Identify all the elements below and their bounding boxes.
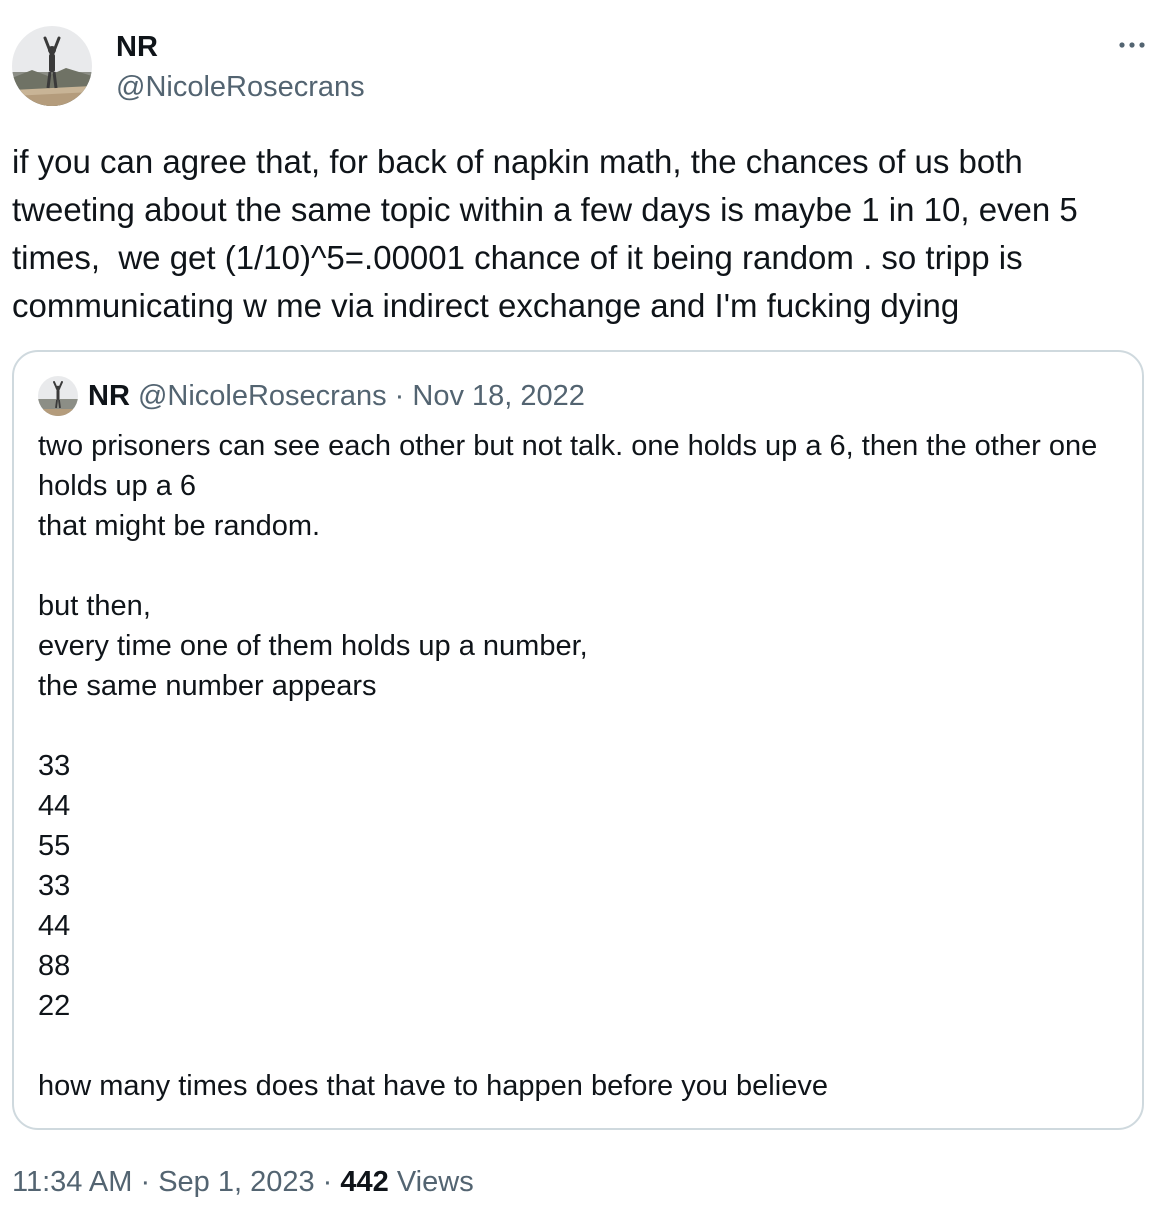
views-count: 442: [340, 1166, 389, 1198]
separator-dot: ·: [140, 1166, 151, 1198]
separator-dot: ·: [322, 1166, 333, 1198]
tweet-time[interactable]: 11:34 AM: [12, 1166, 132, 1198]
quoted-header: NR @NicoleRosecrans · Nov 18, 2022: [88, 378, 585, 414]
quoted-avatar: [38, 376, 78, 416]
more-button[interactable]: [1114, 30, 1150, 60]
quoted-text: two prisoners can see each other but not…: [38, 430, 1098, 1102]
avatar-photo: [38, 376, 78, 416]
tweet-text: if you can agree that, for back of napki…: [12, 143, 1087, 324]
author-handle[interactable]: @NicoleRosecrans: [116, 70, 365, 104]
quoted-tweet[interactable]: NR @NicoleRosecrans · Nov 18, 2022 two p…: [12, 350, 1144, 1130]
more-horizontal-icon: [1119, 42, 1145, 48]
views-label: Views: [396, 1166, 474, 1198]
tweet: NR @NicoleRosecrans if you can agree tha…: [0, 0, 1172, 1230]
author-name[interactable]: NR: [116, 30, 158, 64]
quoted-author-handle: @NicoleRosecrans: [137, 380, 387, 412]
avatar-photo: [12, 26, 92, 106]
separator-dot: ·: [394, 380, 405, 412]
quoted-author-name: NR: [88, 380, 130, 412]
tweet-meta: 11:34 AM · Sep 1, 2023 · 442 Views: [12, 1162, 474, 1202]
tweet-date[interactable]: Sep 1, 2023: [158, 1166, 314, 1198]
quoted-date: Nov 18, 2022: [412, 380, 585, 412]
avatar[interactable]: [12, 26, 92, 106]
